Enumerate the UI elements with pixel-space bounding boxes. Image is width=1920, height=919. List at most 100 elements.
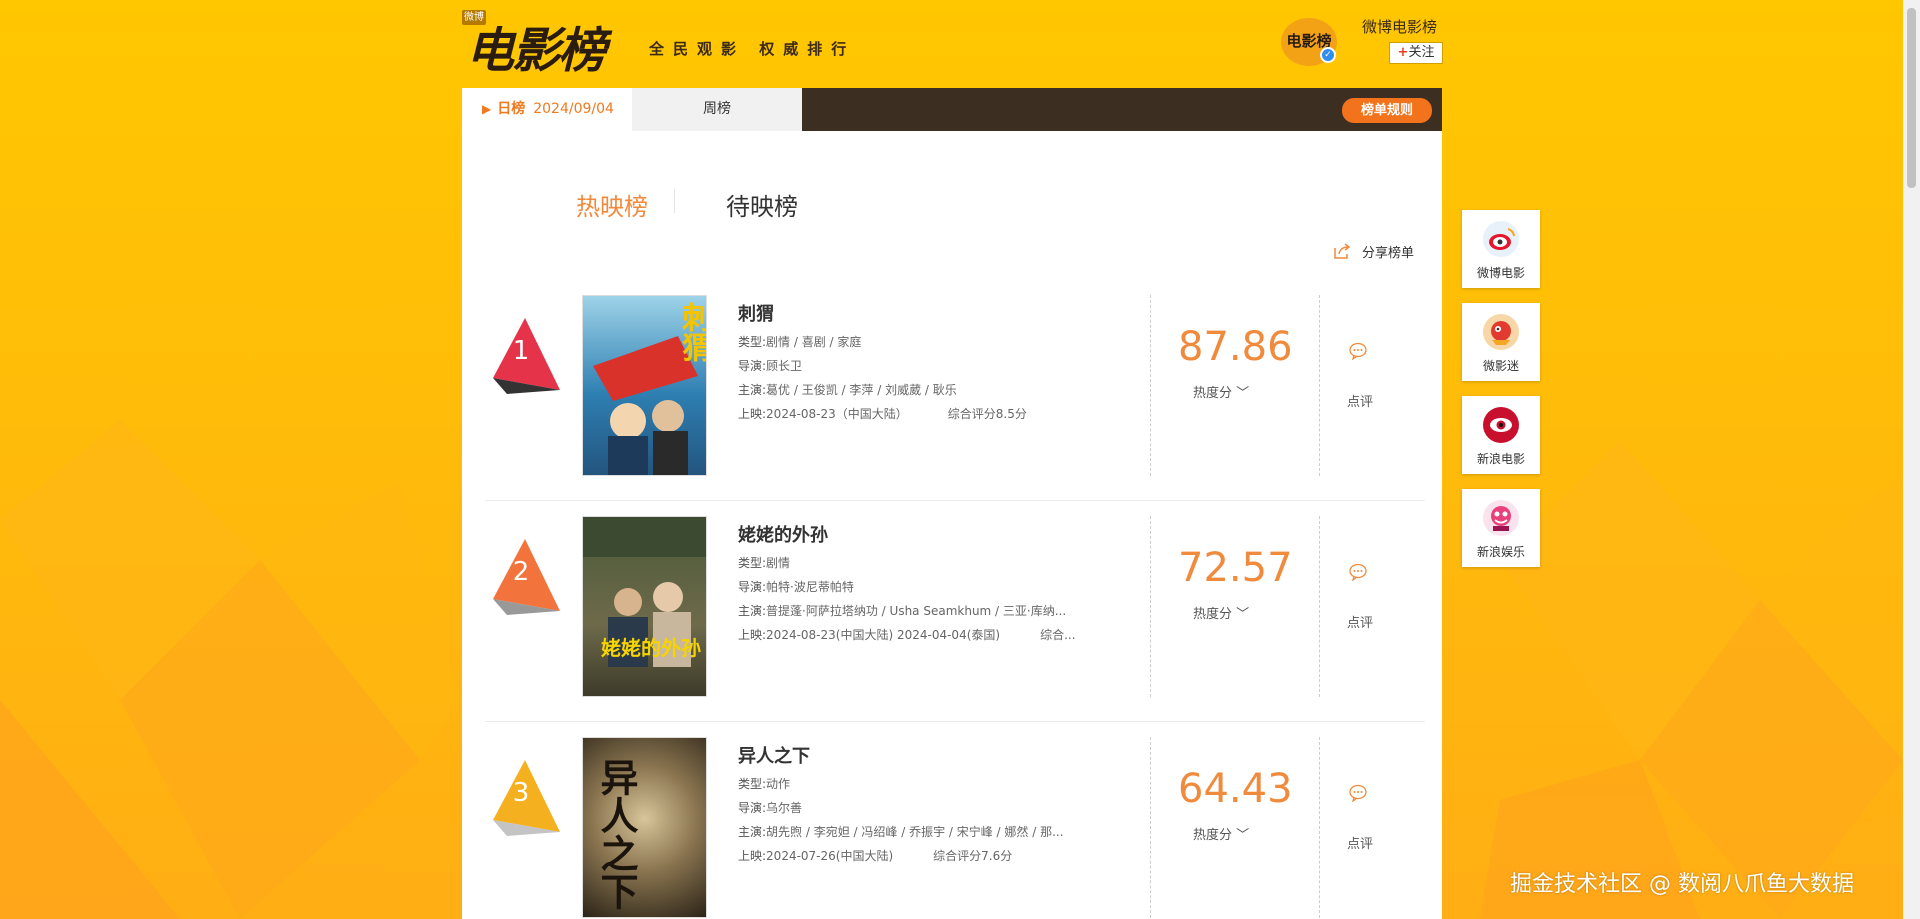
heat-label[interactable]: 热度分 ﹀ bbox=[1193, 603, 1249, 622]
share-icon bbox=[1334, 243, 1351, 259]
movie-release: 上映:2024-08-23（中国大陆） 综合评分8.5分 bbox=[738, 405, 1027, 422]
movie-release: 上映:2024-08-23(中国大陆) 2024-04-04(泰国) 综合... bbox=[738, 626, 1076, 643]
chevron-down-icon: ﹀ bbox=[1236, 828, 1250, 843]
share-label: 分享榜单 bbox=[1362, 246, 1415, 261]
director-value: 帕特·波尼蒂帕特 bbox=[766, 580, 854, 594]
sidebar-label: 微博电影 bbox=[1476, 266, 1525, 280]
tab-daily[interactable]: ▶ 日榜 2024/09/04 bbox=[462, 88, 632, 131]
movie-cast: 主演:葛优 / 王俊凯 / 李萍 / 刘威葳 / 耿乐 bbox=[738, 381, 957, 398]
follow-label: 关注 bbox=[1408, 45, 1435, 60]
comment-icon[interactable] bbox=[1348, 563, 1368, 581]
chevron-down-icon: ﹀ bbox=[1236, 386, 1250, 401]
genre-key: 类型: bbox=[738, 335, 767, 349]
logo-text: 电影榜 bbox=[466, 23, 606, 79]
comment-label[interactable]: 点评 bbox=[1347, 833, 1373, 852]
cast-value: 葛优 / 王俊凯 / 李萍 / 刘威葳 / 耿乐 bbox=[766, 383, 957, 397]
genre-key: 类型: bbox=[738, 777, 767, 791]
tab-now-showing[interactable]: 热映榜 bbox=[576, 187, 648, 222]
sina-movie-icon bbox=[1483, 407, 1519, 443]
rank-number: 1 bbox=[512, 336, 530, 366]
ranking-panel: 热映榜 待映榜 分享榜单 1 刺猬 刺猬 类型:剧情 / 喜剧 / 家庭 导演:… bbox=[462, 131, 1442, 919]
verified-icon: ✓ bbox=[1320, 47, 1336, 63]
director-key: 导演: bbox=[738, 359, 767, 373]
poster-title: 刺猬 bbox=[676, 302, 707, 362]
heat-score: 87.86 bbox=[1178, 324, 1293, 370]
sidebar-item-weibo-movie[interactable]: 微博电影 bbox=[1462, 210, 1540, 288]
movie-cast: 主演:普提蓬·阿萨拉塔纳功 / Usha Seamkhum / 三亚·库纳... bbox=[738, 602, 1066, 619]
release-value: 2024-07-26(中国大陆) bbox=[766, 849, 894, 863]
divider bbox=[1319, 516, 1320, 697]
movie-genre: 类型:动作 bbox=[738, 775, 790, 792]
sidebar-item-sina-movie[interactable]: 新浪电影 bbox=[1462, 396, 1540, 474]
comment-icon[interactable] bbox=[1348, 784, 1368, 802]
chevron-down-icon: ﹀ bbox=[1236, 607, 1250, 622]
sina-ent-icon bbox=[1483, 500, 1519, 536]
sidebar-label: 微影迷 bbox=[1482, 359, 1519, 373]
heat-score: 72.57 bbox=[1178, 545, 1293, 591]
heat-label-text: 热度分 bbox=[1193, 386, 1233, 401]
sidebar-label: 新浪娱乐 bbox=[1476, 545, 1525, 559]
director-value: 乌尔善 bbox=[766, 801, 803, 815]
movie-title[interactable]: 刺猬 bbox=[738, 300, 774, 326]
movie-poster[interactable]: 刺猬 bbox=[582, 295, 707, 476]
movie-row: 3 异人之下 异人之下 类型:动作 导演:乌尔善 主演:胡先煦 / 李宛妲 / … bbox=[485, 722, 1425, 919]
movie-title[interactable]: 异人之下 bbox=[738, 742, 810, 768]
release-value: 2024-08-23(中国大陆) 2024-04-04(泰国) bbox=[766, 628, 1001, 642]
movie-genre: 类型:剧情 / 喜剧 / 家庭 bbox=[738, 333, 861, 350]
tab-daily-label: 日榜 bbox=[497, 101, 526, 117]
site-logo[interactable]: 微博 电影榜 bbox=[462, 10, 622, 79]
heat-label[interactable]: 热度分 ﹀ bbox=[1193, 382, 1249, 401]
movie-title[interactable]: 姥姥的外孙 bbox=[738, 521, 828, 547]
vertical-scrollbar[interactable] bbox=[1903, 0, 1920, 919]
movie-release: 上映:2024-07-26(中国大陆) 综合评分7.6分 bbox=[738, 847, 1012, 864]
movie-director: 导演:乌尔善 bbox=[738, 799, 802, 816]
sidebar-item-sina-ent[interactable]: 新浪娱乐 bbox=[1462, 489, 1540, 567]
poster-title: 异人之下 bbox=[594, 758, 638, 910]
rules-button[interactable]: 榜单规则 bbox=[1342, 98, 1432, 123]
comment-label[interactable]: 点评 bbox=[1347, 391, 1373, 410]
plus-icon: + bbox=[1397, 45, 1409, 60]
account-name[interactable]: 微博电影榜 bbox=[1362, 16, 1437, 37]
release-key: 上映: bbox=[738, 849, 767, 863]
movie-director: 导演:帕特·波尼蒂帕特 bbox=[738, 578, 854, 595]
cast-key: 主演: bbox=[738, 383, 767, 397]
ranking-navbar: ▶ 日榜 2024/09/04 周榜 榜单规则 bbox=[462, 88, 1442, 131]
divider bbox=[1150, 516, 1151, 697]
poster-art bbox=[583, 517, 706, 667]
comment-icon[interactable] bbox=[1348, 342, 1368, 360]
sidebar-item-weiyingmi[interactable]: 微影迷 bbox=[1462, 303, 1540, 381]
genre-value: 动作 bbox=[766, 777, 791, 791]
release-key: 上映: bbox=[738, 628, 767, 642]
weiyingmi-icon bbox=[1483, 314, 1519, 350]
genre-value: 剧情 bbox=[766, 556, 791, 570]
follow-button[interactable]: +关注 bbox=[1389, 42, 1443, 64]
movie-poster[interactable]: 姥姥的外孙 bbox=[582, 516, 707, 697]
genre-value: 剧情 / 喜剧 / 家庭 bbox=[766, 335, 862, 349]
sidebar-label: 新浪电影 bbox=[1476, 452, 1525, 466]
tab-divider bbox=[674, 189, 675, 213]
score-note: 综合... bbox=[1040, 628, 1076, 642]
rank-number: 3 bbox=[512, 778, 530, 808]
cast-key: 主演: bbox=[738, 604, 767, 618]
comment-label[interactable]: 点评 bbox=[1347, 612, 1373, 631]
weibo-movie-icon bbox=[1483, 221, 1519, 257]
release-value: 2024-08-23（中国大陆） bbox=[766, 407, 908, 421]
play-triangle-icon: ▶ bbox=[482, 102, 492, 116]
heat-label-text: 热度分 bbox=[1193, 828, 1233, 843]
rank-number: 2 bbox=[512, 557, 530, 587]
tab-weekly[interactable]: 周榜 bbox=[632, 88, 802, 131]
tab-upcoming[interactable]: 待映榜 bbox=[726, 187, 798, 222]
release-key: 上映: bbox=[738, 407, 767, 421]
scrollbar-thumb[interactable] bbox=[1907, 8, 1916, 188]
movie-poster[interactable]: 异人之下 bbox=[582, 737, 707, 918]
score-note: 综合评分7.6分 bbox=[933, 849, 1013, 863]
movie-row: 2 姥姥的外孙 姥姥的外孙 类型:剧情 导演:帕特·波尼蒂帕特 主演:普提蓬·阿… bbox=[485, 501, 1425, 722]
tab-daily-date: 2024/09/04 bbox=[533, 101, 614, 117]
director-key: 导演: bbox=[738, 580, 767, 594]
heat-score: 64.43 bbox=[1178, 766, 1293, 812]
cast-value: 普提蓬·阿萨拉塔纳功 / Usha Seamkhum / 三亚·库纳... bbox=[766, 604, 1067, 618]
heat-label[interactable]: 热度分 ﹀ bbox=[1193, 824, 1249, 843]
cast-key: 主演: bbox=[738, 825, 767, 839]
site-header: 微博 电影榜 全民观影 权威排行 电影榜 ✓ 微博电影榜 +关注 bbox=[462, 0, 1443, 88]
cast-value: 胡先煦 / 李宛妲 / 冯绍峰 / 乔振宇 / 宋宁峰 / 娜然 / 那... bbox=[766, 825, 1064, 839]
